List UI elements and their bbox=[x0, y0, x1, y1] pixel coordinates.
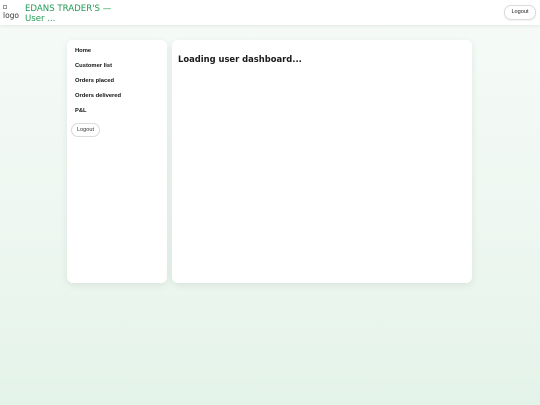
sidebar-logout-button[interactable]: Logout bbox=[71, 123, 100, 137]
logout-button[interactable]: Logout bbox=[504, 5, 536, 20]
logo-image: logo bbox=[3, 5, 19, 21]
sidebar: Home Customer list Orders placed Orders … bbox=[67, 40, 167, 283]
logo-alt-text: logo bbox=[3, 11, 19, 20]
loading-status: Loading user dashboard... bbox=[178, 54, 302, 64]
sidebar-item-home[interactable]: Home bbox=[75, 48, 91, 54]
sidebar-item-customer-list[interactable]: Customer list bbox=[75, 63, 112, 69]
main-panel: Loading user dashboard... bbox=[172, 40, 472, 283]
sidebar-item-orders-delivered[interactable]: Orders delivered bbox=[75, 93, 121, 99]
sidebar-item-orders-placed[interactable]: Orders placed bbox=[75, 78, 114, 84]
app-title: EDANS TRADER'S — User ... bbox=[25, 4, 112, 24]
broken-image-icon bbox=[3, 5, 7, 9]
top-bar: logo EDANS TRADER'S — User ... Logout bbox=[0, 0, 540, 25]
sidebar-item-pl[interactable]: P&L bbox=[75, 108, 87, 114]
